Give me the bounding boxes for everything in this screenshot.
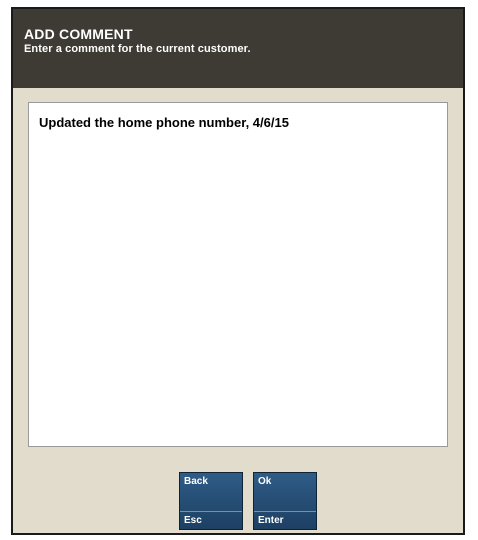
ok-button-label: Ok (258, 476, 272, 487)
back-button[interactable]: Back Esc (179, 472, 243, 530)
dialog-header: ADD COMMENT Enter a comment for the curr… (13, 9, 463, 88)
dialog-subtitle: Enter a comment for the current customer… (24, 43, 251, 55)
back-button-label: Back (184, 476, 208, 487)
back-button-shortcut: Esc (180, 511, 242, 529)
ok-button[interactable]: Ok Enter (253, 472, 317, 530)
dialog-title: ADD COMMENT (24, 26, 133, 42)
add-comment-dialog: ADD COMMENT Enter a comment for the curr… (11, 7, 465, 535)
comment-textarea[interactable]: Updated the home phone number, 4/6/15 (28, 102, 448, 447)
ok-button-shortcut: Enter (254, 511, 316, 529)
